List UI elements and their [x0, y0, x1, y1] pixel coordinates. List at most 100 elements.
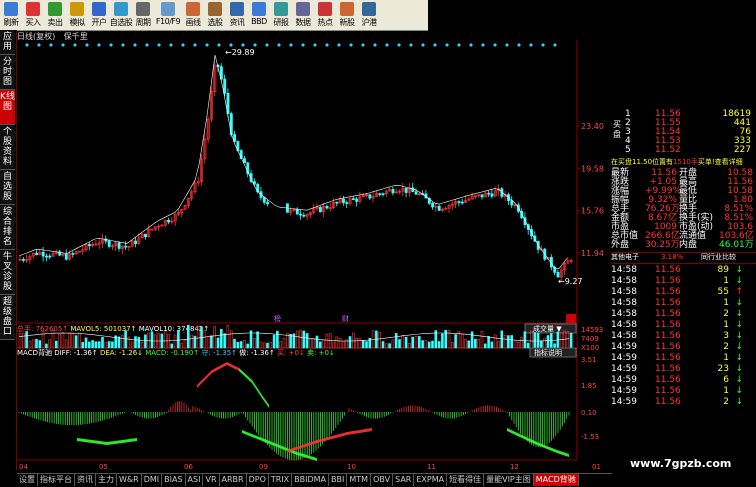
indicator-tab-4[interactable]: W&R — [117, 474, 142, 486]
tick-price: 11.56 — [655, 342, 681, 352]
indicator-tab-1[interactable]: 指标平台 — [38, 474, 75, 486]
tick-price: 11.56 — [655, 353, 681, 363]
tick-time: 14:59 — [611, 375, 637, 385]
tick-time: 14:59 — [611, 353, 637, 363]
toolbar-button-14[interactable]: 热点 — [314, 0, 336, 30]
tick-row: 14:58 11.56 89 ↓ — [611, 265, 756, 276]
volume-bar — [546, 335, 550, 349]
event-marker[interactable]: 财 — [342, 314, 349, 323]
toolbar-button-7[interactable]: F10/F9 — [154, 0, 182, 30]
volume-bar — [523, 331, 527, 349]
volume-bar — [398, 339, 401, 349]
volume-bar — [187, 324, 190, 349]
date-label: 06 — [184, 463, 193, 471]
toolbar-button-label: 周期 — [135, 18, 152, 27]
macd-legend-item: MACD背驰 — [17, 348, 54, 357]
toolbar-button-5[interactable]: 自选股 — [110, 0, 133, 30]
toolbar-button-10[interactable]: 资讯 — [226, 0, 248, 30]
indicator-tab-14[interactable]: MTM — [347, 474, 372, 486]
candle-body — [41, 251, 45, 257]
volume-bar — [220, 329, 223, 349]
tick-volume: 2 — [723, 342, 729, 352]
sell-icon — [48, 2, 62, 16]
left-tab-7[interactable]: 超级盘口 — [0, 295, 15, 340]
toolbar-button-label: 卖出 — [47, 18, 64, 27]
tick-row: 14:59 11.56 1 ↓ — [611, 353, 756, 364]
toolbar-button-16[interactable]: 沪港 — [358, 0, 380, 30]
tick-price: 11.56 — [655, 309, 681, 319]
indicator-tab-3[interactable]: 主力 — [96, 474, 117, 486]
order-detail-link[interactable]: 买单!查看详细 — [698, 158, 743, 167]
volume-bar — [117, 336, 121, 349]
indicator-tab-7[interactable]: ASI — [186, 474, 204, 486]
arrow-down-icon: ↓ — [735, 364, 743, 374]
toolbar-button-label: 资讯 — [229, 18, 246, 27]
sector-compare-link[interactable]: 同行业比较 — [701, 253, 736, 263]
toolbar-button-11[interactable]: BBD — [248, 0, 270, 30]
toolbar-button-label: 开户 — [91, 18, 108, 27]
toolbar-button-3[interactable]: 模拟 — [66, 0, 88, 30]
toolbar-button-13[interactable]: 数据 — [292, 0, 314, 30]
indicator-tab-19[interactable]: 量能VIP主图 — [484, 474, 534, 486]
candle-body — [437, 205, 441, 211]
indicator-tab-5[interactable]: DMI — [142, 474, 163, 486]
toolbar-button-1[interactable]: 买入 — [22, 0, 44, 30]
candle-body — [335, 201, 339, 204]
left-tab-1[interactable]: 分时图 — [0, 55, 15, 90]
toolbar-button-0[interactable]: 刷新 — [0, 0, 22, 30]
volume-bar — [88, 341, 91, 349]
tick-price: 11.56 — [655, 276, 681, 286]
indicator-tab-13[interactable]: BBI — [329, 474, 348, 486]
indicator-tab-16[interactable]: SAR — [393, 474, 415, 486]
tick-row: 14:58 11.56 1 ↓ — [611, 276, 756, 287]
indicator-tab-9[interactable]: ARBR — [220, 474, 247, 486]
volume-bar — [404, 336, 408, 349]
arrow-down-icon: ↓ — [735, 375, 743, 385]
toolbar-button-9[interactable]: 选股 — [204, 0, 226, 30]
tick-volume: 1 — [723, 298, 729, 308]
volume-bar — [239, 341, 243, 349]
macd-legend-item: MACD: -0.190↑ — [145, 349, 201, 357]
left-tab-4[interactable]: 自选股 — [0, 170, 15, 205]
indicator-tab-0[interactable]: 设置 — [17, 474, 38, 486]
macd-axis-label: 1.85 — [581, 382, 597, 390]
kline-chart[interactable]: 23.40 19.58 15.76 11.94 ←29.89 ←9.27 榜 财总手: 762… — [17, 40, 611, 472]
toolbar-button-6[interactable]: 周期 — [132, 0, 154, 30]
toolbar-button-15[interactable]: 新股 — [336, 0, 358, 30]
tick-time: 14:59 — [611, 364, 637, 374]
toolbar-button-label: 模拟 — [69, 18, 86, 27]
arrow-down-icon: ↓ — [735, 331, 743, 341]
left-tab-2[interactable]: K线图 — [0, 90, 15, 125]
current-price-marker — [566, 314, 576, 323]
indicator-tab-6[interactable]: BIAS — [162, 474, 186, 486]
left-tab-3[interactable]: 个股资料 — [0, 125, 15, 170]
indicator-tab-20[interactable]: MACD背驰 — [533, 474, 579, 486]
indicator-help-label[interactable]: 指标说明 — [534, 348, 562, 357]
volume-bar — [193, 335, 197, 349]
indicator-tab-17[interactable]: EXPMA — [414, 474, 448, 486]
tick-row: 14:58 11.56 2 ↓ — [611, 309, 756, 320]
event-marker[interactable]: 榜 — [274, 314, 281, 323]
date-label: 01 — [592, 463, 601, 471]
left-tab-6[interactable]: 牛叉诊股 — [0, 250, 15, 295]
indicator-tab-15[interactable]: OBV — [371, 474, 394, 486]
toolbar-button-8[interactable]: 画线 — [182, 0, 204, 30]
volume-bar — [111, 341, 114, 349]
toolbar-button-label: 热点 — [317, 18, 334, 27]
indicator-tab-11[interactable]: TRIX — [269, 474, 293, 486]
toolbar-button-2[interactable]: 卖出 — [44, 0, 66, 30]
macd-legend-item: 守: -1.35↑ — [201, 348, 239, 357]
left-tab-0[interactable]: 应用 — [0, 30, 15, 55]
indicator-tab-12[interactable]: BBIDMA — [292, 474, 330, 486]
indicator-tab-8[interactable]: VR — [203, 474, 220, 486]
toolbar-button-12[interactable]: 研报 — [270, 0, 292, 30]
arrow-down-icon: ↓ — [735, 397, 743, 407]
volume-bar — [107, 341, 111, 349]
indicator-tab-2[interactable]: 资讯 — [75, 474, 96, 486]
indicator-tab-18[interactable]: 短看得佳 — [447, 474, 485, 486]
candle-body — [457, 201, 461, 204]
toolbar-button-4[interactable]: 开户 — [88, 0, 110, 30]
indicator-tab-10[interactable]: DPO — [247, 474, 269, 486]
candle-body — [351, 198, 355, 200]
left-tab-5[interactable]: 综合排名 — [0, 205, 15, 250]
